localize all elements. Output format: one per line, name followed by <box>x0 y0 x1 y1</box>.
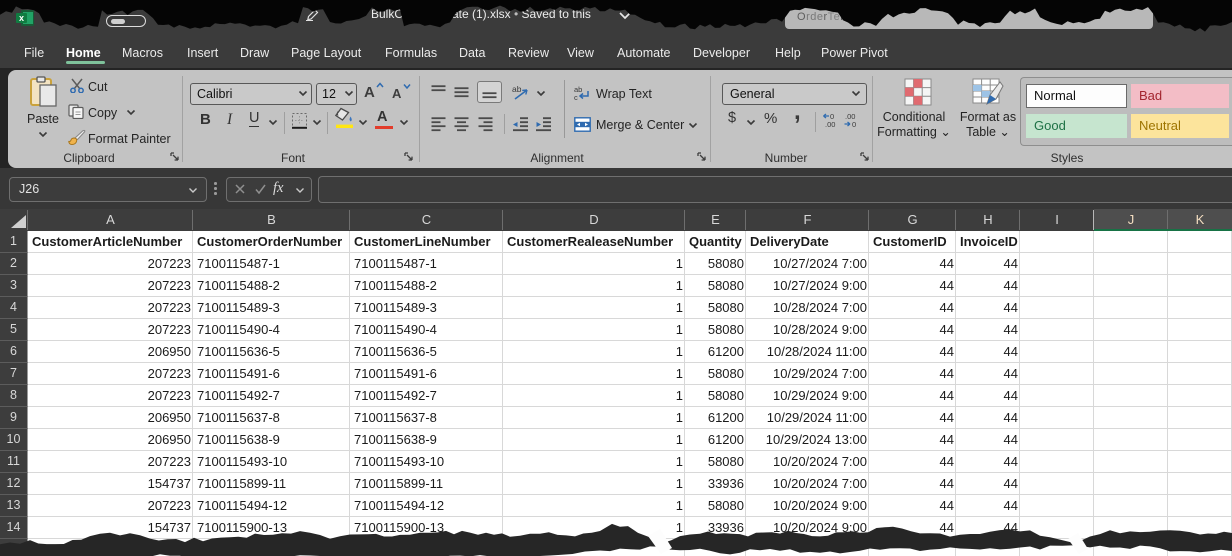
svg-text:.00: .00 <box>825 120 835 128</box>
svg-text:ab: ab <box>512 84 522 94</box>
svg-text:c: c <box>574 93 578 100</box>
svg-text:0: 0 <box>852 120 856 128</box>
